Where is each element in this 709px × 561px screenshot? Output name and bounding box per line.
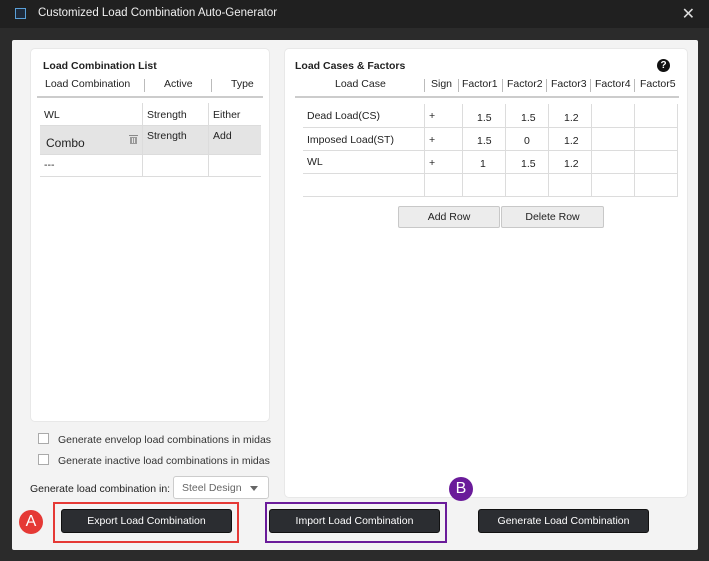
window-title: Customized Load Combination Auto-Generat… — [38, 7, 278, 19]
header-separator — [144, 79, 145, 92]
grid-line — [303, 173, 677, 174]
envelop-checkbox[interactable] — [38, 433, 49, 444]
close-icon[interactable]: ✕ — [682, 4, 695, 24]
inactive-option[interactable]: Generate inactive load combinations in m… — [38, 454, 270, 467]
header-load-combination: Load Combination — [45, 78, 131, 90]
sign-cell[interactable]: + — [429, 157, 435, 169]
factor3-cell[interactable]: 1.2 — [564, 135, 579, 147]
grid-line — [142, 103, 143, 177]
combo-name-cell[interactable]: --- — [44, 159, 55, 171]
trash-icon[interactable] — [129, 135, 138, 144]
header-separator — [424, 79, 425, 92]
header-separator — [590, 79, 591, 92]
generate-load-combination-button[interactable]: Generate Load Combination — [478, 509, 649, 533]
header-divider — [37, 96, 263, 98]
grid-line — [40, 154, 261, 155]
factor2-cell[interactable]: 0 — [524, 135, 530, 147]
annotation-badge-a: A — [19, 510, 43, 534]
grid-line — [40, 125, 261, 126]
header-factor1: Factor1 — [462, 78, 498, 90]
load-case-cell[interactable]: WL — [307, 156, 323, 168]
delete-row-button[interactable]: Delete Row — [501, 206, 604, 228]
app-icon — [15, 8, 26, 19]
load-case-cell[interactable]: Dead Load(CS) — [307, 110, 380, 122]
chevron-down-icon — [250, 486, 258, 491]
generate-in-label: Generate load combination in: — [30, 483, 171, 495]
header-factor3: Factor3 — [551, 78, 587, 90]
inactive-checkbox[interactable] — [38, 454, 49, 465]
dialog-body: Load Combination List Load Combination A… — [12, 40, 698, 550]
grid-line — [303, 127, 677, 128]
load-cases-title: Load Cases & Factors — [295, 60, 406, 72]
grid-line — [677, 104, 678, 197]
header-separator — [211, 79, 212, 92]
grid-line — [40, 176, 261, 177]
header-load-case: Load Case — [335, 78, 386, 90]
grid-line — [303, 150, 677, 151]
load-combination-list-panel: Load Combination List Load Combination A… — [30, 48, 270, 422]
combo-name-cell[interactable]: WL — [44, 109, 60, 121]
sign-cell[interactable]: + — [429, 134, 435, 146]
combo-name-cell[interactable]: Combo — [46, 136, 85, 150]
header-type: Type — [231, 78, 254, 90]
sign-cell[interactable]: + — [429, 110, 435, 122]
factor1-cell[interactable]: 1.5 — [477, 112, 492, 124]
combo-active-cell[interactable]: Strength — [147, 109, 187, 121]
header-separator — [502, 79, 503, 92]
header-active: Active — [164, 78, 193, 90]
annotation-box-a — [53, 502, 239, 543]
combo-type-cell[interactable]: Either — [213, 109, 240, 121]
header-divider — [295, 96, 679, 98]
header-factor4: Factor4 — [595, 78, 631, 90]
inactive-option-label: Generate inactive load combinations in m… — [58, 455, 270, 467]
load-cases-panel: Load Cases & Factors ? Load Case Sign Fa… — [284, 48, 688, 498]
header-factor5: Factor5 — [640, 78, 676, 90]
header-separator — [634, 79, 635, 92]
header-factor2: Factor2 — [507, 78, 543, 90]
load-combination-list-title: Load Combination List — [43, 60, 157, 72]
title-bar: Customized Load Combination Auto-Generat… — [0, 0, 709, 28]
load-case-cell[interactable]: Imposed Load(ST) — [307, 134, 394, 146]
header-separator — [458, 79, 459, 92]
envelop-option-label: Generate envelop load combinations in mi… — [58, 434, 272, 446]
design-type-select[interactable]: Steel Design — [173, 476, 269, 499]
factor1-cell[interactable]: 1.5 — [477, 135, 492, 147]
combo-active-cell[interactable]: Strength — [147, 130, 187, 142]
help-icon[interactable]: ? — [657, 59, 670, 72]
grid-line — [303, 196, 677, 197]
add-row-button[interactable]: Add Row — [398, 206, 500, 228]
factor2-cell[interactable]: 1.5 — [521, 158, 536, 170]
factor3-cell[interactable]: 1.2 — [564, 112, 579, 124]
factor2-cell[interactable]: 1.5 — [521, 112, 536, 124]
factor3-cell[interactable]: 1.2 — [564, 158, 579, 170]
annotation-badge-b: B — [449, 477, 473, 501]
header-sign: Sign — [431, 78, 453, 90]
grid-line — [208, 103, 209, 177]
design-type-value: Steel Design — [182, 482, 242, 494]
combo-type-cell[interactable]: Add — [213, 130, 232, 142]
header-separator — [546, 79, 547, 92]
envelop-option[interactable]: Generate envelop load combinations in mi… — [38, 433, 271, 446]
annotation-box-b — [265, 502, 447, 543]
factor1-cell[interactable]: 1 — [480, 158, 486, 170]
